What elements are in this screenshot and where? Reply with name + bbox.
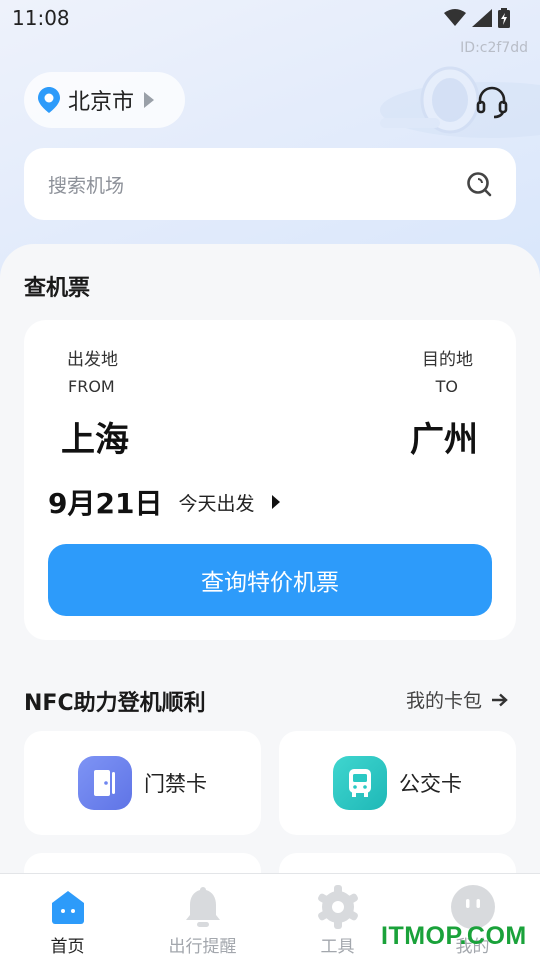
bus-card-label: 公交卡 (399, 772, 462, 796)
flight-search-card: 出发地 FROM 上海 目的地 TO 广州 9月21日 今天出发 查询特价机票 (24, 320, 516, 640)
departure-date-note: 今天出发 (178, 492, 255, 515)
arrow-right-icon (492, 693, 508, 706)
my-wallet-link[interactable]: 我的卡包 (406, 686, 508, 713)
status-time: 11:08 (12, 6, 70, 30)
bus-card-tile[interactable]: 公交卡 (279, 731, 516, 835)
device-id: ID:c2f7dd (460, 40, 528, 56)
wallet-link-label: 我的卡包 (406, 690, 483, 712)
nfc-section-title: NFC助力登机顺利 (24, 691, 206, 716)
gear-icon (315, 884, 361, 930)
city-label: 北京市 (68, 90, 135, 115)
tab-travel-reminder[interactable]: 出行提醒 (135, 874, 270, 960)
to-label-en: TO (435, 377, 458, 396)
tab-tools-label: 工具 (320, 937, 355, 957)
tab-home[interactable]: 首页 (0, 874, 135, 960)
door-card-icon (78, 756, 132, 810)
to-city[interactable]: 广州 (410, 412, 478, 461)
status-icons (444, 8, 510, 28)
date-selector[interactable]: 9月21日 今天出发 (48, 482, 281, 522)
status-bar: 11:08 (0, 0, 540, 36)
from-label-en: FROM (68, 377, 115, 396)
from-city[interactable]: 上海 (61, 412, 129, 461)
airport-search-input[interactable]: 搜索机场 (24, 148, 516, 220)
tab-home-label: 首页 (50, 937, 85, 957)
bus-icon (333, 756, 387, 810)
search-placeholder: 搜索机场 (48, 174, 125, 197)
wifi-icon (444, 9, 466, 26)
search-icon[interactable] (466, 171, 492, 197)
flight-section-title: 查机票 (24, 276, 91, 301)
bell-icon (182, 884, 224, 930)
location-pin-icon (38, 87, 60, 113)
departure-date: 9月21日 (48, 487, 163, 520)
tab-travel-reminder-label: 出行提醒 (168, 937, 237, 957)
customer-service-button[interactable] (474, 84, 510, 120)
door-card-label: 门禁卡 (144, 772, 207, 796)
search-flights-button[interactable]: 查询特价机票 (48, 544, 492, 616)
headset-icon (476, 86, 508, 119)
to-label: 目的地 (422, 350, 473, 370)
from-label: 出发地 (67, 350, 118, 370)
airplane-illustration (380, 66, 540, 138)
caret-right-icon (272, 495, 281, 509)
city-selector[interactable]: 北京市 (24, 72, 185, 128)
home-icon (49, 884, 87, 930)
chevron-right-icon (144, 92, 155, 108)
site-watermark: ITMOP.COM (381, 922, 527, 950)
battery-icon (498, 8, 510, 28)
door-card-tile[interactable]: 门禁卡 (24, 731, 261, 835)
signal-icon (472, 9, 492, 27)
